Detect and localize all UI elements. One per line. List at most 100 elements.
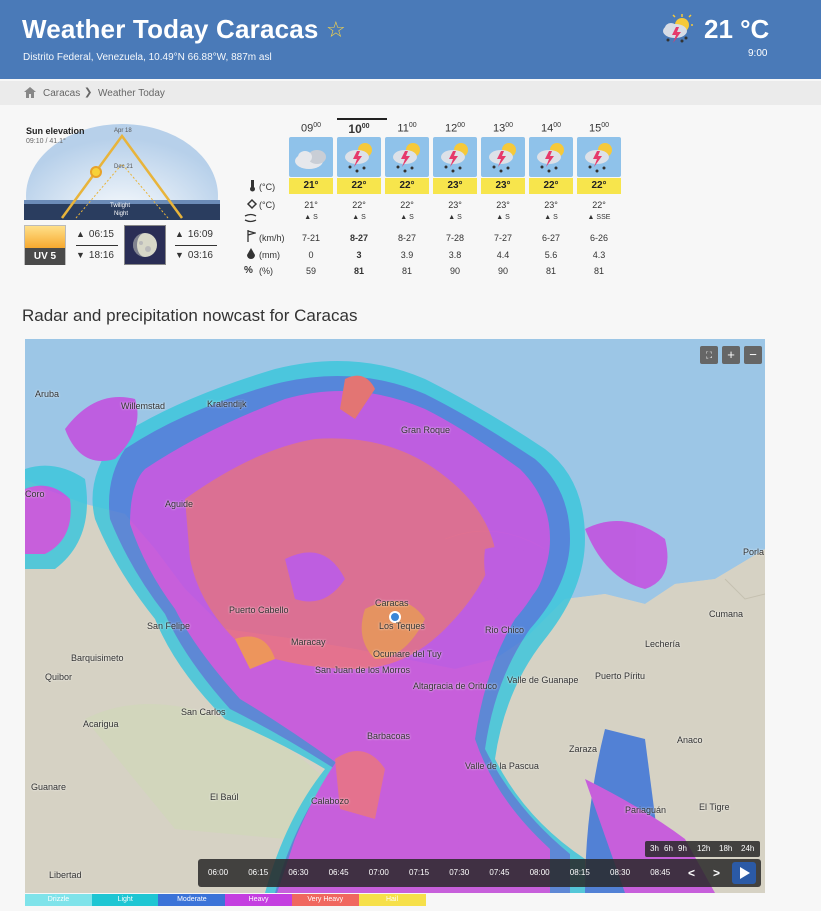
map-place-label: Pariaguán <box>625 805 667 815</box>
legend-item: Heavy <box>225 894 293 906</box>
felt-temperature-cell: 22° <box>352 200 366 210</box>
range-option-6h[interactable]: 6h <box>664 844 673 853</box>
thermometer-icon <box>250 180 255 192</box>
arrow-up-icon: ▲ <box>496 214 506 221</box>
play-button[interactable] <box>732 862 756 884</box>
zoom-in-button[interactable]: + <box>722 346 740 364</box>
thunderstorm-icon <box>663 14 693 43</box>
wind-speed-cell: 6-27 <box>541 233 560 243</box>
map-place-label: Valle de Guanape <box>507 675 579 685</box>
probability-cell: 59 <box>305 266 316 276</box>
zoom-out-button[interactable]: − <box>744 346 762 364</box>
current-temperature: 21 °C <box>704 14 770 44</box>
twilight-label: Twilight <box>110 203 131 209</box>
radar-heading: Radar and precipitation nowcast for Cara… <box>22 306 358 325</box>
map-place-label: San Felipe <box>147 621 191 631</box>
map-place-label: Maracay <box>291 637 326 647</box>
probability-cell: 90 <box>449 266 460 276</box>
felt-temperature-cell: 23° <box>544 200 558 210</box>
timeline-step[interactable]: 06:00 <box>208 868 228 877</box>
range-option-3h[interactable]: 3h <box>650 844 659 853</box>
map-place-label: Porla <box>743 547 765 557</box>
arrow-up-icon: ▲ <box>448 214 458 221</box>
breadcrumb-caracas[interactable]: Caracas <box>43 88 80 99</box>
next-step-button[interactable]: > <box>713 866 720 880</box>
wind-direction-cell: ▲ S <box>400 214 414 221</box>
timeline-step[interactable]: 06:15 <box>248 868 268 877</box>
fullscreen-icon[interactable]: ⛶ <box>700 346 718 364</box>
hour-label: 1100 <box>397 122 417 135</box>
moon-phase-icon <box>124 225 166 265</box>
percent-icon: % <box>244 265 253 276</box>
timeline-step[interactable]: 07:30 <box>449 868 469 877</box>
favorite-star-icon[interactable]: ☆ <box>326 17 346 43</box>
radar-map[interactable]: ⛶ + − Willemstad Aruba Kralendijk Gran Roqu… <box>25 339 765 893</box>
wind-direction-cell: ▲ S <box>544 214 558 221</box>
range-option-18h[interactable]: 18h <box>719 844 732 853</box>
timeline-step[interactable]: 06:45 <box>329 868 349 877</box>
felt-temperature-cell: 23° <box>496 200 510 210</box>
map-place-label: Anaco <box>677 735 703 745</box>
map-place-label: Puerto Píritu <box>595 671 646 681</box>
map-place-label: Acarigua <box>83 719 119 729</box>
arrow-up-icon: ▲ <box>304 214 314 221</box>
wind-speed-cell: 8-27 <box>397 233 416 243</box>
uv-index-badge: UV 5 <box>24 225 66 265</box>
hour-label: 1400 <box>540 122 562 135</box>
moonrise-time: ▲ 16:09 <box>175 229 213 240</box>
map-place-label: San Carlos <box>181 707 226 717</box>
sunrise-icon <box>25 226 65 248</box>
timeline-step[interactable]: 08:00 <box>530 868 550 877</box>
moonset-time: ▼ 03:16 <box>175 250 213 261</box>
map-place-label: Valle de la Pascua <box>465 761 539 771</box>
rain-cell: 3 <box>356 250 362 260</box>
felt-row-label: (°C) <box>259 200 276 210</box>
sun-elevation-label: Sun elevation <box>26 126 85 136</box>
previous-step-button[interactable]: < <box>688 866 695 880</box>
timeline-step[interactable]: 08:45 <box>650 868 670 877</box>
rain-cell: 3.9 <box>400 250 414 260</box>
map-place-label: Guanare <box>31 782 67 792</box>
rain-cell: 5.6 <box>544 250 558 260</box>
thunderstorm-icon <box>337 137 381 177</box>
temperature-cell: 22° <box>385 178 429 194</box>
cloudy-icon <box>289 137 333 177</box>
range-option-24h[interactable]: 24h <box>741 844 754 853</box>
temperature-cell: 23° <box>433 178 477 194</box>
timeline-step[interactable]: 07:15 <box>409 868 429 877</box>
map-place-label: Willemstad <box>121 401 166 411</box>
chevron-right-icon: ❯ <box>84 87 93 98</box>
breadcrumb: Caracas ❯ Weather Today <box>0 81 821 105</box>
felt-temperature-icon <box>246 198 258 210</box>
thunderstorm-icon <box>481 137 525 177</box>
wind-speed-cell: 7-21 <box>301 233 320 243</box>
felt-temperature-cell: 22° <box>400 200 414 210</box>
map-place-label: El Tigre <box>699 802 730 812</box>
raindrop-icon <box>247 248 255 259</box>
wind-direction-cell: ▲ SSE <box>587 214 611 221</box>
timeline-step[interactable]: 07:45 <box>489 868 509 877</box>
apr-label: Apr 18 <box>114 128 132 134</box>
hour-label: 1200 <box>444 122 466 135</box>
timeline-step[interactable]: 08:30 <box>610 868 630 877</box>
map-place-label: Coro <box>25 489 45 499</box>
timeline-step[interactable]: 06:30 <box>288 868 308 877</box>
home-icon[interactable] <box>24 87 36 98</box>
sun-icon <box>90 166 102 178</box>
range-option-12h[interactable]: 12h <box>697 844 710 853</box>
wind-speed-cell: 7-28 <box>445 233 464 243</box>
probability-row-label: (%) <box>259 266 273 276</box>
map-place-label: El Baúl <box>210 792 239 802</box>
sun-elevation-value: 09:10 / 41.1° <box>26 138 66 145</box>
range-option-9h[interactable]: 9h <box>678 844 687 853</box>
felt-temperature-cell: 22° <box>592 200 606 210</box>
probability-cell: 81 <box>593 266 604 276</box>
timeline-step[interactable]: 08:15 <box>570 868 590 877</box>
map-place-label: Barquisimeto <box>71 653 124 663</box>
timeline-step[interactable]: 07:00 <box>369 868 389 877</box>
map-place-label: Aguide <box>165 499 194 509</box>
map-place-label: Ocumare del Tuy <box>373 649 442 659</box>
map-place-label: Los Teques <box>379 621 425 631</box>
map-place-label: Zaraza <box>569 744 598 754</box>
map-place-label: Aruba <box>35 389 60 399</box>
